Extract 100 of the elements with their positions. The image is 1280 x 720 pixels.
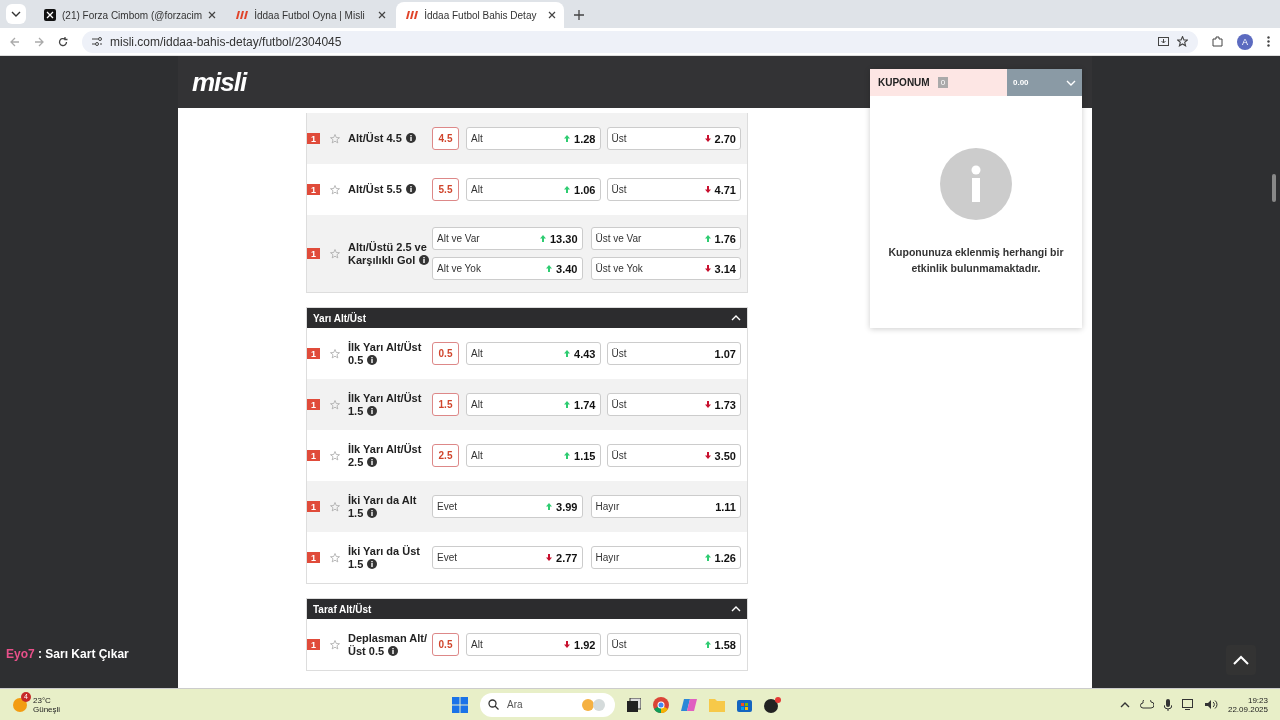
odds-button[interactable]: Alt 1.28 [466,127,601,150]
line-button[interactable]: 2.5 [432,444,459,467]
market-badge: 1 [307,450,320,461]
odds-button[interactable]: Alt ve Yok 3.40 [432,257,583,280]
info-icon [367,405,378,416]
odds-button[interactable]: Evet 2.77 [432,546,583,569]
info-icon [367,456,378,467]
tab-list-button[interactable] [6,4,26,24]
market-name: Alt/Üst 5.5 [348,183,432,196]
chat-message: Eyo7 : Sarı Kart Çıkar [6,647,130,661]
install-icon[interactable] [1158,36,1169,47]
copilot-icon[interactable] [681,696,697,713]
task-view-icon[interactable] [627,697,641,712]
site-settings-icon [92,37,102,46]
chrome-icon[interactable] [653,696,669,713]
market-badge: 1 [307,348,320,359]
browser-tab[interactable]: İddaa Futbol Bahis Detay [396,2,565,28]
empty-coupon-message: Kuponunuza eklenmiş herhangi bir etkinlik bulunmamaktadır. [888,245,1064,276]
odds-button[interactable]: Alt 1.92 [466,633,601,656]
address-bar[interactable]: misli.com/iddaa-bahis-detay/futbol/2304045 [82,30,1198,53]
sun-icon [12,696,28,713]
close-icon[interactable] [378,11,387,19]
display-icon[interactable] [1181,699,1195,710]
odds-button[interactable]: Üst 1.73 [606,393,741,416]
star-icon[interactable] [330,184,340,195]
star-icon[interactable] [330,248,340,259]
section-header[interactable]: Taraf Alt/Üst [307,599,747,619]
market-name: İlk Yarı Alt/Üst 1.5 [348,391,423,418]
extensions-icon[interactable] [1212,36,1223,47]
search-highlight-icon [581,697,607,712]
odds-button[interactable]: Üst 1.07 [606,342,741,365]
odds-button[interactable]: Hayır 1.26 [590,546,741,569]
chevron-up-icon [1119,701,1130,708]
info-icon [388,645,399,656]
windows-start-icon[interactable] [452,696,468,713]
market-name: İlk Yarı Alt/Üst 0.5 [348,340,423,367]
chevron-down-icon [11,11,21,17]
misli-favicon-icon [236,11,249,19]
speaker-icon[interactable] [1204,699,1218,710]
odds-button[interactable]: Alt 1.15 [466,444,601,467]
market-name: İlk Yarı Alt/Üst 2.5 [348,442,423,469]
line-button[interactable]: 0.5 [432,342,459,365]
info-icon [405,133,416,143]
odds-button[interactable]: Alt 1.74 [466,393,601,416]
odds-button[interactable]: Üst 3.50 [606,444,741,467]
misli-favicon-icon [406,11,419,19]
cloud-icon[interactable] [1139,700,1154,709]
line-button[interactable]: 5.5 [432,178,459,201]
close-icon[interactable] [548,11,557,19]
odds-button[interactable]: Üst 1.58 [606,633,741,656]
line-button[interactable]: 4.5 [432,127,459,150]
odds-button[interactable]: Hayır 1.11 [590,495,741,518]
info-icon [367,354,378,365]
browser-tab[interactable]: (21) Forza Cimbom (@forzacim [34,2,225,28]
clock[interactable]: 19:23 22.09.2025 [1227,695,1268,714]
odds-button[interactable]: Evet 3.99 [432,495,583,518]
odds-button[interactable]: Üst 4.71 [606,178,741,201]
odds-button[interactable]: Alt 4.43 [466,342,601,365]
reload-icon[interactable] [58,36,68,47]
odds-button[interactable]: Üst 2.70 [606,127,741,150]
odds-button[interactable]: Alt ve Var 13.30 [432,227,583,250]
scroll-top-button[interactable] [1226,645,1256,675]
x-logo-icon [44,9,56,21]
menu-icon[interactable] [1267,36,1270,47]
star-icon[interactable] [330,348,340,359]
star-icon[interactable] [330,399,340,410]
market-name: Alt/Üst 4.5 [348,132,432,145]
chevron-down-icon [1066,79,1076,86]
app-icon[interactable] [764,696,782,713]
line-button[interactable]: 1.5 [432,393,459,416]
market-name: Deplasman Alt/ Üst 0.5 [348,631,429,658]
taskbar-search[interactable]: Ara [480,692,615,717]
info-icon [940,148,1012,220]
new-tab-icon[interactable] [574,10,585,20]
star-icon[interactable] [330,133,340,144]
market-badge: 1 [307,399,320,410]
star-icon[interactable] [330,501,340,512]
microphone-icon[interactable] [1163,698,1172,711]
star-icon[interactable] [330,450,340,461]
scrollbar-thumb[interactable] [1272,174,1276,202]
odds-button[interactable]: Üst ve Var 1.76 [590,227,741,250]
market-badge: 1 [307,184,320,195]
star-icon[interactable] [330,552,340,563]
profile-avatar[interactable]: A [1237,33,1253,50]
market-badge: 1 [307,133,320,144]
close-icon[interactable] [208,11,217,19]
site-logo[interactable]: misli [192,66,247,98]
line-button[interactable]: 0.5 [432,633,459,656]
store-icon[interactable] [737,697,752,712]
market-name: İki Yarı da Üst 1.5 [348,544,421,571]
section-header[interactable]: Yarı Alt/Üst [307,308,747,328]
url-text: misli.com/iddaa-bahis-detay/futbol/2304045 [110,34,342,49]
star-icon[interactable] [330,639,340,650]
info-icon [367,558,378,569]
market-name: İki Yarı da Alt 1.5 [348,493,418,520]
browser-tab[interactable]: İddaa Futbol Oyna | Misli [226,2,395,28]
odds-button[interactable]: Alt 1.06 [466,178,601,201]
odds-button[interactable]: Üst ve Yok 3.14 [590,257,741,280]
bookmark-star-icon[interactable] [1177,36,1188,47]
coupon-count: 0 [937,77,949,88]
